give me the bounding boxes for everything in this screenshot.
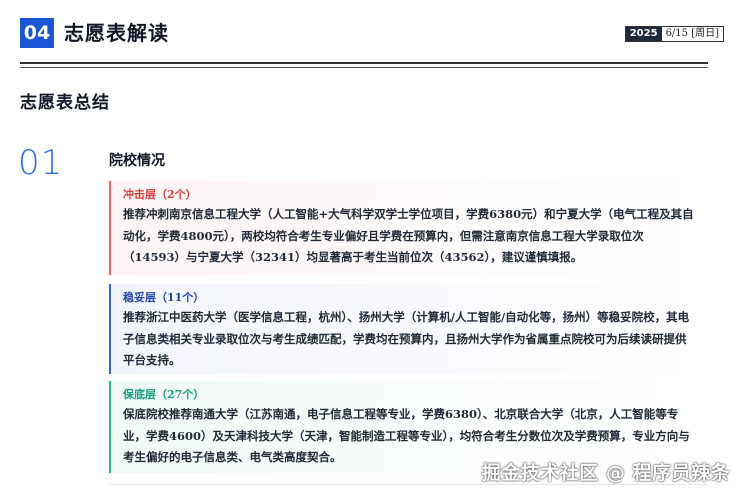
date-year: 2025 [625,27,662,41]
page-header: 04 志愿表解读 2025 6/15 [周日] [20,18,724,50]
chapter-title: 志愿表解读 [64,21,169,45]
steady-tier-title: 稳妥层（11个） [123,291,205,304]
date-day: 6/15 [周日] [661,27,723,41]
chapter-number-badge: 04 [20,18,54,48]
watermark: 掘金技术社区 @ 程序员辣条 [481,462,730,484]
header-divider-thin [20,67,708,68]
date-stamp: 2025 6/15 [周日] [624,26,724,42]
steady-tier-body: 推荐浙江中医药大学（医学信息工程，杭州）、扬州大学（计算机/人工智能/自动化等，… [123,310,690,367]
rush-tier-title: 冲击层（2个） [123,188,197,201]
safe-tier-title: 保底层（27个） [123,388,205,401]
header-divider-thick [20,62,708,64]
section-number: 01 [18,143,64,183]
subsection-title: 院校情况 [109,153,165,169]
section-title: 志愿表总结 [20,93,110,113]
rush-tier-card: 冲击层（2个） 推荐冲刺南京信息工程大学（人工智能+大气科学双学士学位项目，学费… [109,181,707,275]
rush-tier-body: 推荐冲刺南京信息工程大学（人工智能+大气科学双学士学位项目，学费6380元）和宁… [123,207,694,264]
steady-tier-card: 稳妥层（11个） 推荐浙江中医药大学（医学信息工程，杭州）、扬州大学（计算机/人… [109,284,707,374]
